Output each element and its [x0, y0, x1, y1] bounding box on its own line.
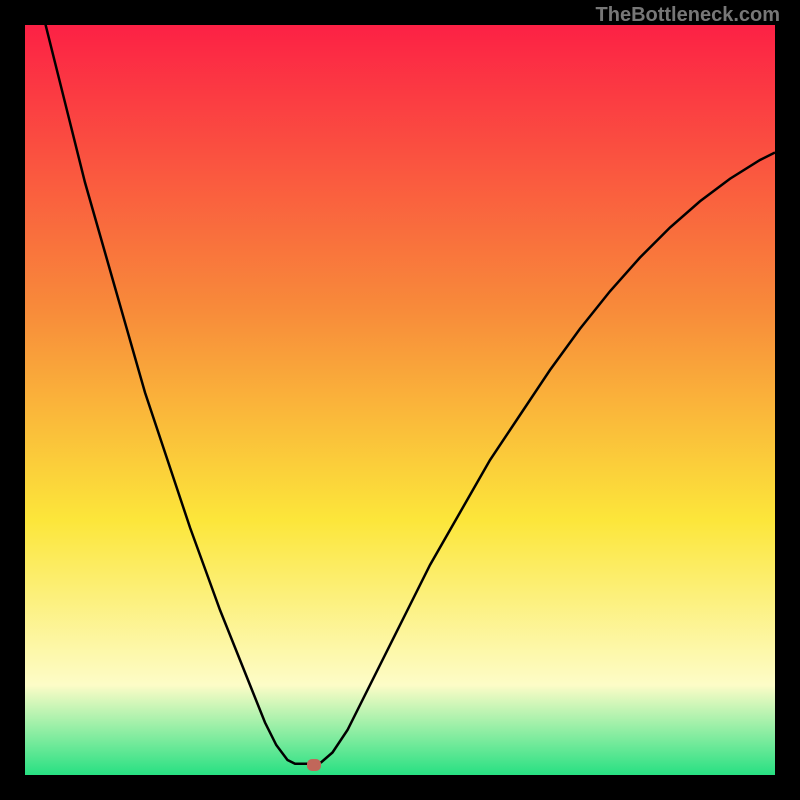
optimum-marker — [307, 759, 321, 771]
watermark-text: TheBottleneck.com — [596, 4, 780, 27]
plot-frame — [25, 25, 775, 775]
plot-svg — [25, 25, 775, 775]
gradient-background — [25, 25, 775, 775]
